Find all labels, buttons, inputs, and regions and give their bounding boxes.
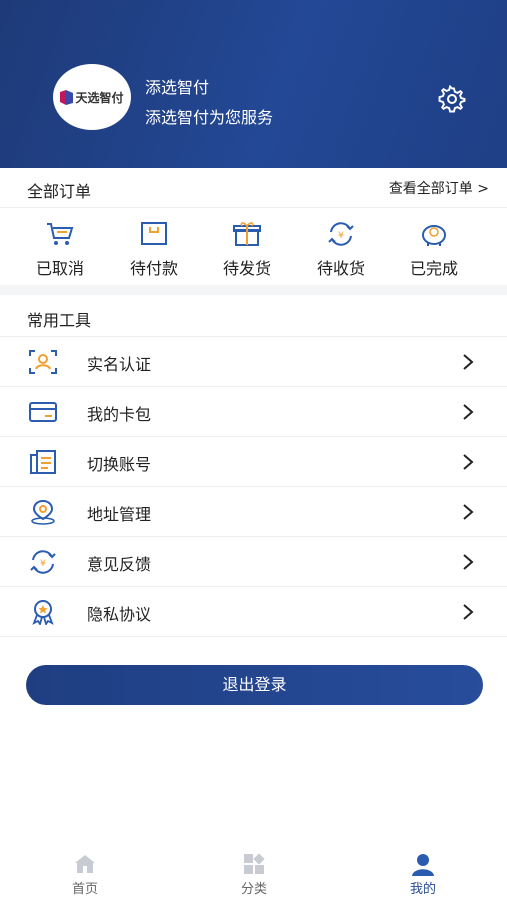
order-status-pending-receipt[interactable]: ¥ 待收货 bbox=[301, 209, 381, 285]
order-status-label: 待发货 bbox=[222, 259, 271, 278]
logout-button[interactable]: 退出登录 bbox=[26, 665, 483, 705]
tool-item-feedback[interactable]: ¥ 意见反馈 bbox=[0, 536, 507, 586]
tool-item-my-card-wallet[interactable]: 我的卡包 bbox=[0, 386, 507, 436]
brand-logo-icon bbox=[60, 89, 74, 105]
tool-item-label: 意见反馈 bbox=[87, 555, 152, 574]
home-icon bbox=[75, 855, 95, 873]
tool-item-label: 我的卡包 bbox=[87, 405, 152, 424]
feedback-icon: ¥ bbox=[30, 550, 56, 574]
chevron-right-icon bbox=[463, 454, 474, 470]
order-status-label: 待付款 bbox=[129, 259, 178, 278]
orders-title: 全部订单 bbox=[27, 182, 92, 201]
chevron-right-icon bbox=[463, 554, 474, 570]
brand-logo-text: 天选智付 bbox=[75, 90, 124, 105]
section-divider bbox=[0, 285, 507, 295]
tool-item-real-name-verification[interactable]: 实名认证 bbox=[0, 336, 507, 386]
tool-item-switch-account[interactable]: 切换账号 bbox=[0, 436, 507, 486]
tab-mine[interactable]: 我的 bbox=[373, 840, 473, 900]
tab-home[interactable]: 首页 bbox=[35, 840, 135, 900]
svg-text:¥: ¥ bbox=[40, 559, 46, 569]
piggy-bank-icon bbox=[422, 225, 446, 246]
id-verify-icon bbox=[29, 350, 57, 374]
card-icon bbox=[29, 402, 57, 422]
user-name: 添选智付 bbox=[145, 78, 210, 97]
tools-title: 常用工具 bbox=[27, 311, 92, 330]
avatar[interactable]: 天选智付 bbox=[53, 64, 131, 130]
category-icon bbox=[244, 853, 265, 874]
gear-icon[interactable] bbox=[438, 85, 466, 113]
order-status-label: 已取消 bbox=[35, 259, 84, 278]
tool-item-privacy-policy[interactable]: 隐私协议 bbox=[0, 586, 507, 636]
gift-icon bbox=[233, 222, 261, 246]
order-status-completed[interactable]: 已完成 bbox=[394, 209, 474, 285]
tool-item-address-management[interactable]: 地址管理 bbox=[0, 486, 507, 536]
bottom-tab-bar: 首页 分类 我的 bbox=[0, 840, 507, 900]
order-status-row: 已取消 待付款 待发货 ¥ 待收货 已完成 bbox=[0, 209, 507, 285]
tool-item-label: 实名认证 bbox=[87, 355, 152, 374]
tool-item-label: 隐私协议 bbox=[87, 605, 152, 624]
tool-item-label: 地址管理 bbox=[87, 505, 152, 524]
list-divider bbox=[0, 636, 507, 637]
wallet-box-icon bbox=[141, 222, 167, 245]
chevron-right-icon bbox=[463, 604, 474, 620]
user-subtitle: 添选智付为您服务 bbox=[145, 108, 274, 127]
user-icon bbox=[412, 854, 434, 876]
tab-label: 分类 bbox=[240, 882, 267, 897]
switch-account-icon bbox=[30, 450, 56, 474]
view-all-orders-link[interactable]: 查看全部订单 > bbox=[389, 178, 489, 198]
tool-item-label: 切换账号 bbox=[87, 455, 152, 474]
profile-header: 天选智付 添选智付 添选智付为您服务 bbox=[0, 0, 507, 168]
order-status-pending-payment[interactable]: 待付款 bbox=[114, 209, 194, 285]
tab-label: 首页 bbox=[71, 882, 98, 897]
svg-text:¥: ¥ bbox=[338, 231, 344, 241]
order-status-label: 已完成 bbox=[409, 259, 458, 278]
tab-category[interactable]: 分类 bbox=[204, 840, 304, 900]
chevron-right-icon bbox=[463, 504, 474, 520]
order-status-pending-shipment[interactable]: 待发货 bbox=[207, 209, 287, 285]
order-status-cancelled[interactable]: 已取消 bbox=[20, 209, 100, 285]
order-status-label: 待收货 bbox=[316, 259, 365, 278]
orders-header: 全部订单 查看全部订单 > bbox=[0, 168, 507, 208]
privacy-badge-icon bbox=[32, 600, 54, 625]
yen-cycle-icon: ¥ bbox=[328, 222, 354, 246]
location-pin-icon bbox=[31, 499, 55, 525]
cart-icon bbox=[47, 223, 74, 245]
chevron-right-icon bbox=[463, 404, 474, 420]
tab-label: 我的 bbox=[409, 882, 436, 897]
chevron-right-icon bbox=[463, 354, 474, 370]
